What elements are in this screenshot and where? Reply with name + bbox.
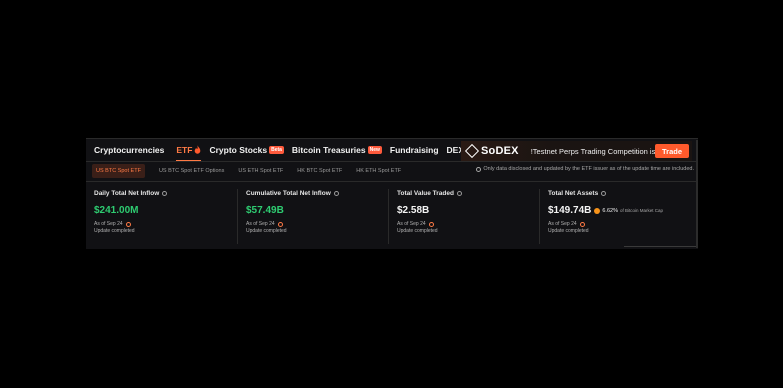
info-icon[interactable]: [601, 191, 607, 196]
note-text: Only data disclosed and updated by the E…: [483, 166, 694, 172]
stat-value: $149.74B 6.62% of Bitcoin Market Cap: [548, 204, 690, 217]
nav-label: Crypto Stocks: [209, 145, 268, 155]
info-icon[interactable]: [456, 191, 462, 196]
stat-label: Daily Total Net Inflow: [94, 189, 237, 198]
as-of: As of Sep 24: [397, 221, 539, 227]
sodex-logo: SoDEX: [464, 143, 519, 159]
stat-label: Total Value Traded: [397, 189, 539, 198]
flame-icon: [195, 145, 201, 154]
stat-label: Total Net Assets: [548, 189, 690, 198]
stat-value-text: $149.74B: [548, 205, 592, 216]
data-note: Only data disclosed and updated by the E…: [476, 166, 694, 172]
update-status: Update completed: [246, 228, 287, 234]
clock-icon: [428, 221, 434, 227]
stat-value: $2.58B: [397, 205, 430, 216]
trade-button[interactable]: Trade: [655, 144, 689, 158]
clock-icon: [579, 221, 585, 227]
stat-label: Cumulative Total Net Inflow: [246, 189, 388, 198]
as-of-text: As of Sep 24: [246, 221, 275, 227]
subtab-hk-eth-spot-etf[interactable]: HK ETH Spot ETF: [356, 164, 401, 178]
info-icon[interactable]: [333, 191, 339, 196]
etf-panel: Cryptocurrencies ETF Crypto Stocks Beta …: [86, 138, 698, 249]
as-of-text: As of Sep 24: [548, 221, 577, 227]
update-status: Update completed: [94, 228, 135, 234]
subtab-us-eth-spot-etf[interactable]: US ETH Spot ETF: [238, 164, 283, 178]
promo-brand: SoDEX: [481, 145, 519, 157]
scrollbar[interactable]: [624, 246, 698, 247]
nav-etf[interactable]: ETF: [176, 139, 202, 161]
beta-badge: Beta: [269, 146, 284, 154]
stats-row: Daily Total Net Inflow $241.00M As of Se…: [86, 189, 698, 244]
clock-icon: [277, 221, 283, 227]
nav-crypto-stocks[interactable]: Crypto Stocks Beta: [209, 139, 284, 161]
stat-value: $57.49B: [246, 205, 284, 216]
stat-label-text: Total Value Traded: [397, 190, 454, 197]
stat-label-text: Cumulative Total Net Inflow: [246, 190, 331, 197]
market-cap-share: 6.62% of Bitcoin Market Cap: [594, 207, 664, 214]
info-icon[interactable]: [162, 191, 168, 196]
subtab-us-btc-spot-etf[interactable]: US BTC Spot ETF: [92, 164, 145, 178]
stat-label-text: Total Net Assets: [548, 190, 599, 197]
info-icon: [476, 166, 482, 172]
nav-label: ETF: [176, 144, 193, 155]
nav-cryptocurrencies[interactable]: Cryptocurrencies: [94, 139, 164, 161]
divider: [86, 161, 698, 162]
as-of: As of Sep 24: [94, 221, 237, 227]
promo-text: !Testnet Perps Trading Competition is L: [530, 146, 662, 156]
nav-label: Bitcoin Treasuries: [291, 145, 366, 155]
nav-bitcoin-treasuries[interactable]: Bitcoin Treasuries New: [292, 139, 382, 161]
stat-cumulative-net-inflow: Cumulative Total Net Inflow $57.49B As o…: [237, 189, 388, 244]
bitcoin-icon: [594, 207, 601, 214]
stat-value: $241.00M: [94, 205, 139, 216]
divider: [86, 181, 698, 182]
as-of: As of Sep 24: [246, 221, 388, 227]
subtab-hk-btc-spot-etf[interactable]: HK BTC Spot ETF: [297, 164, 342, 178]
update-status: Update completed: [548, 228, 589, 234]
stat-daily-net-inflow: Daily Total Net Inflow $241.00M As of Se…: [86, 189, 237, 244]
pct-note: of Bitcoin Market Cap: [619, 208, 664, 213]
nav-fundraising[interactable]: Fundraising: [390, 139, 439, 161]
as-of-text: As of Sep 24: [397, 221, 426, 227]
sodex-logo-icon: [464, 143, 480, 159]
new-badge: New: [367, 146, 382, 154]
subtabs: US BTC Spot ETF US BTC Spot ETF Options …: [92, 164, 415, 178]
promo-banner[interactable]: SoDEX !Testnet Perps Trading Competition…: [461, 141, 692, 161]
panel-edge: [696, 140, 698, 248]
as-of-text: As of Sep 24: [94, 221, 123, 227]
as-of: As of Sep 24: [548, 221, 690, 227]
nav-label: Cryptocurrencies: [94, 145, 165, 155]
clock-icon: [125, 221, 131, 227]
stat-total-net-assets: Total Net Assets $149.74B 6.62% of Bitco…: [539, 189, 690, 244]
pct-value: 6.62%: [602, 207, 618, 214]
stat-total-value-traded: Total Value Traded $2.58B As of Sep 24 U…: [388, 189, 539, 244]
nav-label: Fundraising: [389, 145, 439, 155]
subtab-us-btc-spot-etf-options[interactable]: US BTC Spot ETF Options: [159, 164, 224, 178]
stat-label-text: Daily Total Net Inflow: [94, 190, 160, 197]
update-status: Update completed: [397, 228, 438, 234]
